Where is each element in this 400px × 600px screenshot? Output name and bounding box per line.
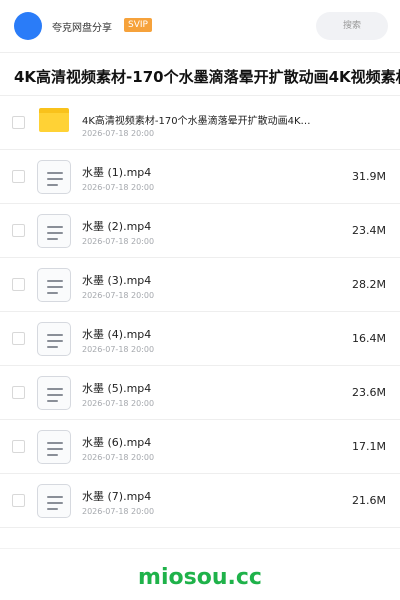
row-checkbox[interactable] bbox=[12, 494, 25, 507]
file-size: 16.4M bbox=[352, 332, 386, 345]
avatar[interactable] bbox=[14, 12, 42, 40]
file-date: 2026-07-18 20:00 bbox=[82, 453, 155, 462]
document-icon bbox=[37, 376, 71, 410]
title-bar: 4K高清视频素材-170个水墨滴落晕开扩散动画4K视频素材 bbox=[0, 52, 400, 96]
file-name[interactable]: 水墨 (1).mp4 bbox=[82, 164, 151, 180]
top-bar: 夸克网盘分享 SVIP 搜索 bbox=[0, 0, 400, 52]
document-icon bbox=[37, 268, 71, 302]
file-name[interactable]: 水墨 (4).mp4 bbox=[82, 326, 151, 342]
file-size: 17.1M bbox=[352, 440, 386, 453]
app-name: 夸克网盘分享 bbox=[52, 23, 112, 34]
row-checkbox[interactable] bbox=[12, 170, 25, 183]
file-size: 23.6M bbox=[352, 386, 386, 399]
row-checkbox[interactable] bbox=[12, 278, 25, 291]
file-name[interactable]: 水墨 (2).mp4 bbox=[82, 218, 151, 234]
row-checkbox[interactable] bbox=[12, 116, 25, 129]
file-list: 4K高清视频素材-170个水墨滴落晕开扩散动画4K… 2026-07-18 20… bbox=[0, 96, 400, 528]
svip-badge: SVIP bbox=[124, 18, 152, 32]
file-date: 2026-07-18 20:00 bbox=[82, 399, 155, 408]
file-row[interactable]: 水墨 (4).mp4 2026-07-18 20:00 16.4M bbox=[0, 312, 400, 366]
file-date: 2026-07-18 20:00 bbox=[82, 291, 155, 300]
document-icon bbox=[37, 160, 71, 194]
file-date: 2026-07-18 20:00 bbox=[82, 237, 155, 246]
file-date: 2026-07-18 20:00 bbox=[82, 345, 155, 354]
search-button[interactable]: 搜索 bbox=[316, 12, 388, 40]
file-row[interactable]: 水墨 (6).mp4 2026-07-18 20:00 17.1M bbox=[0, 420, 400, 474]
footer: miosou.cc bbox=[0, 548, 400, 600]
file-date: 2026-07-18 20:00 bbox=[82, 183, 155, 192]
row-checkbox[interactable] bbox=[12, 386, 25, 399]
file-row[interactable]: 水墨 (7).mp4 2026-07-18 20:00 21.6M bbox=[0, 474, 400, 528]
folder-name[interactable]: 4K高清视频素材-170个水墨滴落晕开扩散动画4K… bbox=[82, 112, 311, 127]
file-size: 21.6M bbox=[352, 494, 386, 507]
file-row[interactable]: 水墨 (3).mp4 2026-07-18 20:00 28.2M bbox=[0, 258, 400, 312]
file-row[interactable]: 水墨 (1).mp4 2026-07-18 20:00 31.9M bbox=[0, 150, 400, 204]
row-checkbox[interactable] bbox=[12, 224, 25, 237]
file-name[interactable]: 水墨 (6).mp4 bbox=[82, 434, 151, 450]
folder-icon bbox=[39, 108, 69, 132]
file-row[interactable]: 水墨 (5).mp4 2026-07-18 20:00 23.6M bbox=[0, 366, 400, 420]
page-title: 4K高清视频素材-170个水墨滴落晕开扩散动画4K视频素材 bbox=[14, 68, 400, 86]
row-checkbox[interactable] bbox=[12, 332, 25, 345]
file-size: 23.4M bbox=[352, 224, 386, 237]
document-icon bbox=[37, 430, 71, 464]
document-icon bbox=[37, 214, 71, 248]
file-name[interactable]: 水墨 (5).mp4 bbox=[82, 380, 151, 396]
file-size: 31.9M bbox=[352, 170, 386, 183]
file-name[interactable]: 水墨 (7).mp4 bbox=[82, 488, 151, 504]
file-date: 2026-07-18 20:00 bbox=[82, 507, 155, 516]
file-row[interactable]: 水墨 (2).mp4 2026-07-18 20:00 23.4M bbox=[0, 204, 400, 258]
document-icon bbox=[37, 322, 71, 356]
document-icon bbox=[37, 484, 71, 518]
folder-row[interactable]: 4K高清视频素材-170个水墨滴落晕开扩散动画4K… 2026-07-18 20… bbox=[0, 96, 400, 150]
site-watermark: miosou.cc bbox=[138, 565, 262, 590]
file-name[interactable]: 水墨 (3).mp4 bbox=[82, 272, 151, 288]
row-checkbox[interactable] bbox=[12, 440, 25, 453]
file-size: 28.2M bbox=[352, 278, 386, 291]
folder-date: 2026-07-18 20:00 bbox=[82, 129, 155, 138]
